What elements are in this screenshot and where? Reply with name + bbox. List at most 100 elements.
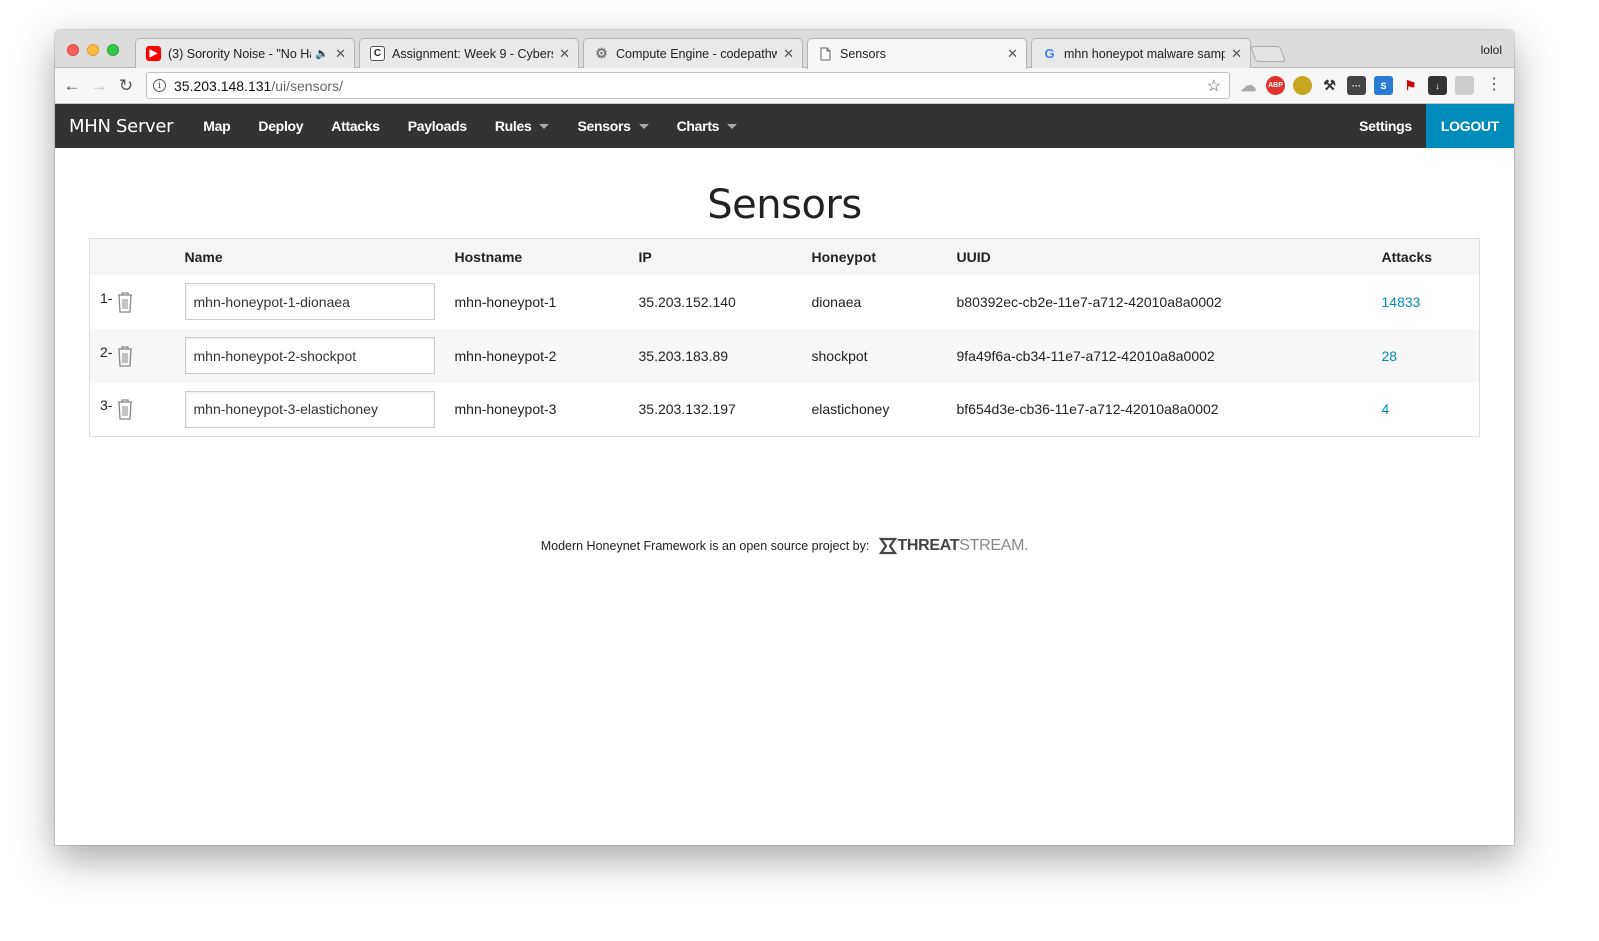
browser-menu-icon[interactable]: ⋮ <box>1486 77 1502 93</box>
attacks-cell: 14833 <box>1371 274 1480 329</box>
page-icon <box>818 47 833 62</box>
honeypot-cell: dionaea <box>801 274 947 329</box>
name-cell <box>174 274 445 329</box>
tab-title: (3) Sorority Noise - "No Hal <box>168 46 312 61</box>
close-tab-icon[interactable]: ✕ <box>1231 46 1242 62</box>
cloud-extension-icon[interactable]: ☁ <box>1239 76 1258 95</box>
youtube-icon: ▶ <box>146 46 161 61</box>
page-title: Sensors <box>707 182 862 228</box>
nav-rules-dropdown[interactable]: Rules <box>481 104 564 148</box>
blank-extension-icon[interactable] <box>1455 76 1474 95</box>
trash-icon[interactable] <box>115 290 135 314</box>
tab-title: Compute Engine - codepathwe <box>616 46 778 61</box>
nav-label: Charts <box>676 118 720 134</box>
nav-settings[interactable]: Settings <box>1345 104 1426 148</box>
nav-map[interactable]: Map <box>189 104 244 148</box>
close-tab-icon[interactable]: ✕ <box>559 46 570 62</box>
header-actions <box>89 238 175 275</box>
sensor-name-input[interactable] <box>184 390 435 428</box>
profile-name[interactable]: lolol <box>1481 43 1502 57</box>
address-bar[interactable]: i 35.203.148.131/ui/sensors/ ☆ <box>146 72 1230 99</box>
ip-cell: 35.203.132.197 <box>628 382 802 437</box>
extension-icons: ☁ ABP ⚒ ··· S ⚑ ↓ <box>1239 76 1474 95</box>
attacks-cell: 28 <box>1371 328 1480 383</box>
tab-title: Sensors <box>840 47 886 61</box>
browser-tab-compute-engine[interactable]: ⚙ Compute Engine - codepathwe ✕ <box>583 38 803 68</box>
hostname-cell: mhn-honeypot-2 <box>444 328 629 383</box>
table-row: 3- mhn-honeypot-3 35.203.132.197 elastic… <box>89 382 1480 437</box>
tag-extension-icon[interactable]: ⚑ <box>1401 76 1420 95</box>
logo-text-bold: THREAT <box>897 537 960 554</box>
forward-arrow-icon[interactable]: → <box>88 75 110 97</box>
reload-icon[interactable]: ↻ <box>115 75 137 97</box>
info-icon[interactable]: i <box>153 79 166 92</box>
sensor-name-input[interactable] <box>184 283 435 320</box>
attacks-count-link[interactable]: 28 <box>1382 348 1398 364</box>
honeypot-cell: elastichoney <box>801 382 947 437</box>
browser-tab-youtube[interactable]: ▶ (3) Sorority Noise - "No Hal 🔈 ✕ <box>135 38 355 68</box>
browser-tab-google[interactable]: G mhn honeypot malware sample ✕ <box>1031 38 1251 68</box>
sensors-table: Name Hostname IP Honeypot UUID Attacks 1… <box>89 238 1480 437</box>
tool-extension-icon[interactable]: ⚒ <box>1320 76 1339 95</box>
download-extension-icon[interactable]: ↓ <box>1428 76 1447 95</box>
row-index: 3- <box>100 397 113 414</box>
nav-sensors-dropdown[interactable]: Sensors <box>563 104 662 148</box>
tab-title: Assignment: Week 9 - Cyberse <box>392 46 554 61</box>
bulb-extension-icon[interactable] <box>1293 76 1312 95</box>
browser-tab-sensors[interactable]: Sensors ✕ <box>807 38 1027 69</box>
s-extension-icon[interactable]: S <box>1374 76 1393 95</box>
nav-label: Attacks <box>331 118 380 134</box>
row-actions-cell: 1- <box>89 274 175 329</box>
table-row: 2- mhn-honeypot-2 35.203.183.89 shockpot… <box>89 328 1480 383</box>
nav-deploy[interactable]: Deploy <box>244 104 317 148</box>
nav-charts-dropdown[interactable]: Charts <box>663 104 752 148</box>
threatstream-x-icon <box>879 537 898 555</box>
sensor-name-input[interactable] <box>184 337 435 374</box>
footer-text: Modern Honeynet Framework is an open sou… <box>540 539 870 553</box>
nav-label: Sensors <box>577 118 631 134</box>
caret-down-icon <box>727 123 738 129</box>
name-cell <box>174 382 445 437</box>
page-footer: Modern Honeynet Framework is an open sou… <box>55 537 1514 555</box>
nav-right: Settings LOGOUT <box>1345 104 1514 148</box>
new-tab-button[interactable] <box>1250 46 1286 62</box>
header-uuid: UUID <box>946 238 1372 275</box>
caret-down-icon <box>638 123 649 129</box>
attacks-cell: 4 <box>1371 382 1480 437</box>
bookmark-star-icon[interactable]: ☆ <box>1207 76 1221 96</box>
browser-window: ▶ (3) Sorority Noise - "No Hal 🔈 ✕ C Ass… <box>55 30 1514 845</box>
hostname-cell: mhn-honeypot-1 <box>444 274 629 329</box>
header-ip: IP <box>628 238 802 275</box>
audio-icon[interactable]: 🔈 <box>315 47 329 60</box>
dots-extension-icon[interactable]: ··· <box>1347 76 1366 95</box>
app-navbar: MHN Server Map Deploy Attacks Payloads R… <box>55 104 1514 148</box>
browser-tab-assignment[interactable]: C Assignment: Week 9 - Cyberse ✕ <box>359 38 579 68</box>
trash-icon[interactable] <box>115 397 135 421</box>
trash-icon[interactable] <box>115 344 135 368</box>
close-tab-icon[interactable]: ✕ <box>1007 46 1018 62</box>
close-tab-icon[interactable]: ✕ <box>783 46 794 62</box>
brand-link[interactable]: MHN Server <box>69 116 174 137</box>
tab-title: mhn honeypot malware sample <box>1064 46 1226 61</box>
nav-attacks[interactable]: Attacks <box>317 104 393 148</box>
gear-icon: ⚙ <box>595 45 608 61</box>
nav-payloads[interactable]: Payloads <box>394 104 481 148</box>
nav-label: Deploy <box>258 118 304 134</box>
threatstream-logo[interactable]: THREAT STREAM. <box>879 537 1029 555</box>
header-name: Name <box>174 238 445 275</box>
table-row: 1- mhn-honeypot-1 35.203.152.140 dionaea… <box>89 274 1480 329</box>
adblock-extension-icon[interactable]: ABP <box>1266 76 1285 95</box>
back-arrow-icon[interactable]: ← <box>61 75 83 97</box>
row-index: 1- <box>100 289 113 306</box>
logo-text-light: STREAM. <box>959 537 1029 554</box>
minimize-window-button[interactable] <box>87 44 99 56</box>
google-icon: G <box>1044 46 1055 61</box>
tab-strip: ▶ (3) Sorority Noise - "No Hal 🔈 ✕ C Ass… <box>55 30 1514 69</box>
close-window-button[interactable] <box>67 44 79 56</box>
close-tab-icon[interactable]: ✕ <box>335 46 346 62</box>
attacks-count-link[interactable]: 4 <box>1382 401 1390 417</box>
url-host: 35.203.148.131 <box>174 77 272 94</box>
zoom-window-button[interactable] <box>107 44 119 56</box>
attacks-count-link[interactable]: 14833 <box>1382 294 1421 310</box>
logout-button[interactable]: LOGOUT <box>1425 104 1514 148</box>
